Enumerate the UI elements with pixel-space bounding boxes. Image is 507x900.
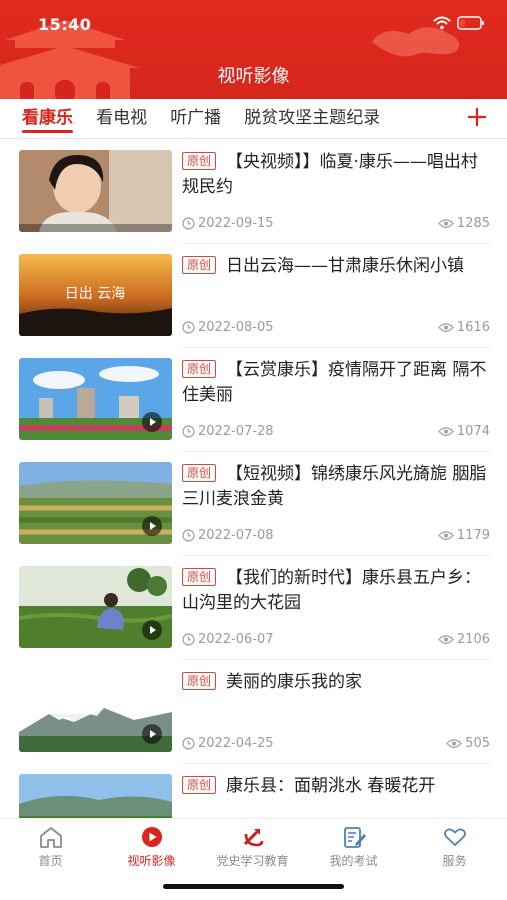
clock-icon <box>182 217 195 230</box>
publish-date: 2022-07-28 <box>198 424 274 439</box>
video-thumbnail[interactable] <box>19 358 172 440</box>
category-tabs: 看康乐 看电视 听广播 脱贫攻坚主题纪录 <box>0 99 507 139</box>
eye-icon <box>438 219 454 228</box>
video-title: 【短视频】锦绣康乐风光旖旎 胭脂三川麦浪金黄 <box>182 464 487 509</box>
battery-icon <box>457 16 484 30</box>
page-title: 视听影像 <box>217 66 290 87</box>
nav-home[interactable]: 首页 <box>0 825 101 869</box>
home-icon <box>39 827 62 848</box>
party-emblem-icon <box>243 829 263 847</box>
video-title: 【央视频】】临夏·康乐——唱出村规民约 <box>182 152 478 197</box>
eye-icon <box>446 739 462 748</box>
eye-icon <box>438 323 454 332</box>
publish-date: 2022-07-08 <box>198 528 274 543</box>
heart-icon <box>443 828 466 846</box>
original-badge: 原创 <box>182 464 217 482</box>
video-title: 【云赏康乐】疫情隔开了距离 隔不住美丽 <box>182 360 487 405</box>
original-badge: 原创 <box>182 672 217 690</box>
play-icon <box>142 620 162 640</box>
clock-icon <box>182 737 195 750</box>
nav-party-history-label: 党史学习教育 <box>216 854 289 868</box>
video-title: 【我们的新时代】康乐县五户乡：山沟里的大花园 <box>182 568 482 613</box>
nav-media-label: 视听影像 <box>127 854 176 868</box>
nav-home-label: 首页 <box>38 854 63 868</box>
play-icon <box>142 516 162 536</box>
add-tab-icon[interactable] <box>465 105 489 129</box>
video-thumbnail[interactable] <box>19 566 172 648</box>
list-item[interactable]: 原创 康乐县：面朝洮水 春暖花开 <box>0 764 507 818</box>
play-circle-icon <box>141 827 162 847</box>
nav-media[interactable]: 视听影像 <box>101 825 202 869</box>
list-item[interactable]: 原创 美丽的康乐我的家 2022-04-25 505 <box>0 660 507 764</box>
view-count: 1074 <box>456 424 490 439</box>
publish-date: 2022-09-15 <box>198 216 274 231</box>
view-count: 505 <box>465 736 490 751</box>
list-item[interactable]: 原创 【短视频】锦绣康乐风光旖旎 胭脂三川麦浪金黄 2022-07-08 1179 <box>0 452 507 556</box>
status-time: 15:40 <box>38 15 92 34</box>
publish-date: 2022-08-05 <box>198 320 274 335</box>
original-badge: 原创 <box>182 152 217 170</box>
eye-icon <box>438 635 454 644</box>
app-header: 15:40 视听影像 <box>0 0 507 99</box>
eye-icon <box>438 427 454 436</box>
tab-kan-kangle[interactable]: 看康乐 <box>22 99 73 137</box>
list-item[interactable]: 原创 【我们的新时代】康乐县五户乡：山沟里的大花园 2022-06-07 2106 <box>0 556 507 660</box>
wifi-icon <box>433 16 451 30</box>
view-count: 1616 <box>456 320 490 335</box>
nav-my-exam[interactable]: 我的考试 <box>303 825 404 869</box>
tab-ting-guangbo[interactable]: 听广播 <box>170 99 221 137</box>
publish-date: 2022-04-25 <box>198 736 274 751</box>
tab-kan-dianshi[interactable]: 看电视 <box>96 99 147 137</box>
view-count: 2106 <box>456 632 490 647</box>
video-thumbnail[interactable]: 日出 云海 <box>19 254 172 336</box>
original-badge: 原创 <box>182 256 217 274</box>
video-title: 日出云海——甘肃康乐休闲小镇 <box>226 256 465 276</box>
original-badge: 原创 <box>182 776 217 794</box>
original-badge: 原创 <box>182 568 217 586</box>
video-title: 康乐县：面朝洮水 春暖花开 <box>226 776 436 796</box>
play-icon <box>142 724 162 744</box>
original-badge: 原创 <box>182 360 217 378</box>
video-thumbnail[interactable] <box>19 774 172 818</box>
tab-documentary[interactable]: 脱贫攻坚主题纪录 <box>244 99 380 137</box>
home-indicator[interactable] <box>163 884 344 889</box>
play-icon <box>142 412 162 432</box>
nav-party-history[interactable]: 党史学习教育 <box>202 825 303 869</box>
clock-icon <box>182 633 195 646</box>
view-count: 1179 <box>456 528 490 543</box>
list-item[interactable]: 原创 【云赏康乐】疫情隔开了距离 隔不住美丽 2022-07-28 1074 <box>0 348 507 452</box>
video-thumbnail[interactable] <box>19 670 172 752</box>
nav-service[interactable]: 服务 <box>404 825 505 869</box>
list-item[interactable]: 日出 云海 原创 日出云海——甘肃康乐休闲小镇 2022-08-05 1616 <box>0 244 507 348</box>
publish-date: 2022-06-07 <box>198 632 274 647</box>
video-thumbnail[interactable] <box>19 462 172 544</box>
clock-icon <box>182 529 195 542</box>
video-list: 原创 【央视频】】临夏·康乐——唱出村规民约 2022-09-15 1285 日出… <box>0 140 507 818</box>
clock-icon <box>182 425 195 438</box>
thumbnail-caption: 日出 云海 <box>65 286 125 302</box>
view-count: 1285 <box>456 216 490 231</box>
clock-icon <box>182 321 195 334</box>
video-thumbnail[interactable] <box>19 150 172 232</box>
exam-edit-icon <box>343 827 366 848</box>
eye-icon <box>438 531 454 540</box>
nav-service-label: 服务 <box>442 854 467 868</box>
nav-my-exam-label: 我的考试 <box>329 854 378 868</box>
list-item[interactable]: 原创 【央视频】】临夏·康乐——唱出村规民约 2022-09-15 1285 <box>0 140 507 244</box>
status-icons <box>433 16 485 30</box>
video-title: 美丽的康乐我的家 <box>226 672 363 692</box>
